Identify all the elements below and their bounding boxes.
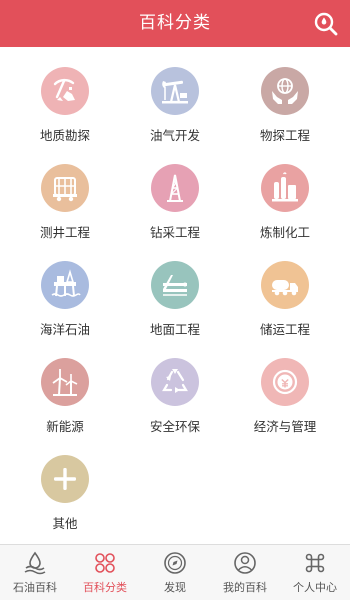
tab-label: 我的百科 <box>223 581 267 594</box>
tab-label: 发现 <box>164 581 186 594</box>
compass-icon <box>164 552 186 574</box>
search-icon <box>314 12 338 36</box>
tab-label: 个人中心 <box>293 581 337 594</box>
category-surface-engineering[interactable]: 地面工程 <box>120 261 230 353</box>
search-button[interactable] <box>313 11 338 36</box>
tanker-truck-icon <box>272 280 298 296</box>
app-header: 百科分类 <box>0 0 350 47</box>
mining-pickaxe-icon <box>53 78 75 101</box>
category-label: 储运工程 <box>259 322 310 337</box>
category-label: 安全环保 <box>149 419 200 434</box>
category-icon-circle <box>41 261 89 309</box>
category-icon-circle <box>261 164 309 212</box>
category-geophysics[interactable]: 物探工程 <box>230 67 340 159</box>
logging-truck-icon <box>53 177 77 202</box>
category-label: 测井工程 <box>39 225 90 240</box>
category-icon-circle <box>151 164 199 212</box>
category-icon-circle <box>261 67 309 115</box>
category-other[interactable]: 其他 <box>10 455 120 547</box>
command-key-icon <box>305 553 325 573</box>
category-label: 油气开发 <box>149 128 200 143</box>
oil-pump-jack-icon <box>162 80 188 104</box>
globe-in-hands-icon <box>272 78 298 104</box>
category-grid: 地质勘探 油气开发 物探工程 测井工程 钻采工程 炼制化工 海洋石油 地面工程 … <box>0 47 350 544</box>
category-label: 炼制化工 <box>259 225 310 240</box>
currency-coin-icon <box>272 369 298 395</box>
tab-discover[interactable]: 发现 <box>140 545 210 600</box>
drilling-derrick-icon <box>167 174 183 202</box>
category-label: 经济与管理 <box>253 419 317 434</box>
tab-personal-center[interactable]: 个人中心 <box>280 545 350 600</box>
oil-drop-icon <box>24 551 46 575</box>
category-icon-circle <box>261 261 309 309</box>
wind-turbine-icon <box>52 369 78 396</box>
category-icon-circle <box>41 164 89 212</box>
category-label: 物探工程 <box>259 128 310 143</box>
category-icon-circle <box>151 67 199 115</box>
category-economics-management[interactable]: 经济与管理 <box>230 358 340 450</box>
category-label: 地质勘探 <box>39 128 90 143</box>
category-geology[interactable]: 地质勘探 <box>10 67 120 159</box>
tab-label: 百科分类 <box>83 581 127 594</box>
tab-categories[interactable]: 百科分类 <box>70 545 140 600</box>
category-well-logging[interactable]: 测井工程 <box>10 164 120 256</box>
category-new-energy[interactable]: 新能源 <box>10 358 120 450</box>
category-icon-circle <box>151 261 199 309</box>
category-label: 地面工程 <box>149 322 200 337</box>
category-offshore-oil[interactable]: 海洋石油 <box>10 261 120 353</box>
tab-oil-encyclopedia[interactable]: 石油百科 <box>0 545 70 600</box>
category-icon-circle <box>151 358 199 406</box>
category-label: 钻采工程 <box>149 225 200 240</box>
refinery-plant-icon <box>272 172 298 202</box>
surface-pipeline-icon <box>163 275 187 296</box>
category-icon-circle <box>41 358 89 406</box>
recycle-icon <box>162 369 188 393</box>
offshore-platform-icon <box>51 269 81 297</box>
tab-label: 石油百科 <box>13 581 57 594</box>
category-icon-circle <box>261 358 309 406</box>
category-label: 其他 <box>52 516 78 531</box>
category-oil-gas-development[interactable]: 油气开发 <box>120 67 230 159</box>
user-profile-icon <box>234 552 256 574</box>
category-icon-circle <box>41 67 89 115</box>
category-label: 海洋石油 <box>39 322 90 337</box>
category-refining-chemical[interactable]: 炼制化工 <box>230 164 340 256</box>
category-label: 新能源 <box>46 419 84 434</box>
bottom-tab-bar: 石油百科 百科分类 发现 我的百科 个人中心 <box>0 544 350 600</box>
tab-my-encyclopedia[interactable]: 我的百科 <box>210 545 280 600</box>
page-title: 百科分类 <box>139 13 211 33</box>
category-drilling-production[interactable]: 钻采工程 <box>120 164 230 256</box>
plus-icon <box>54 468 76 490</box>
category-grid-icon <box>95 553 115 573</box>
category-icon-circle <box>41 455 89 503</box>
category-safety-environment[interactable]: 安全环保 <box>120 358 230 450</box>
category-storage-transport[interactable]: 储运工程 <box>230 261 340 353</box>
